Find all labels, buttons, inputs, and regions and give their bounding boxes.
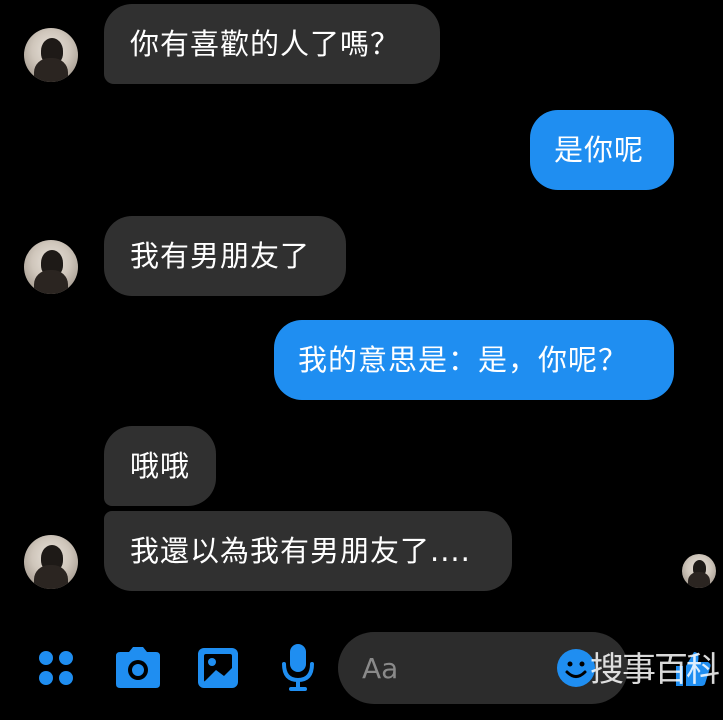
contact-avatar[interactable] bbox=[24, 535, 78, 589]
message-input[interactable] bbox=[362, 651, 552, 685]
message-incoming-1[interactable]: 你有喜歡的人了嗎？ bbox=[104, 4, 440, 84]
seen-avatar-icon bbox=[682, 554, 716, 588]
avatar-body bbox=[688, 572, 710, 588]
message-outgoing-2[interactable]: 我的意思是：是，你呢？ bbox=[274, 320, 674, 400]
message-outgoing-1[interactable]: 是你呢 bbox=[530, 110, 674, 190]
contact-avatar[interactable] bbox=[24, 28, 78, 82]
message-text: 我的意思是：是，你呢？ bbox=[298, 342, 629, 377]
message-incoming-3[interactable]: 哦哦 bbox=[104, 426, 216, 506]
apps-icon[interactable] bbox=[36, 648, 76, 688]
message-incoming-2[interactable]: 我有男朋友了 bbox=[104, 216, 346, 296]
avatar-body bbox=[34, 270, 68, 294]
gallery-icon[interactable] bbox=[196, 646, 240, 690]
message-text: 我有男朋友了 bbox=[130, 238, 311, 273]
message-text: 你有喜歡的人了嗎？ bbox=[130, 26, 401, 61]
message-incoming-4[interactable]: 我還以為我有男朋友了.... bbox=[104, 511, 512, 591]
watermark: 搜事百科 bbox=[590, 650, 720, 690]
message-text: 我還以為我有男朋友了.... bbox=[130, 533, 471, 568]
message-text: 是你呢 bbox=[554, 132, 645, 167]
contact-avatar[interactable] bbox=[24, 240, 78, 294]
microphone-icon[interactable] bbox=[280, 642, 316, 694]
message-text: 哦哦 bbox=[130, 448, 191, 483]
camera-icon[interactable] bbox=[114, 646, 162, 690]
avatar-body bbox=[34, 58, 68, 82]
avatar-body bbox=[34, 565, 68, 589]
